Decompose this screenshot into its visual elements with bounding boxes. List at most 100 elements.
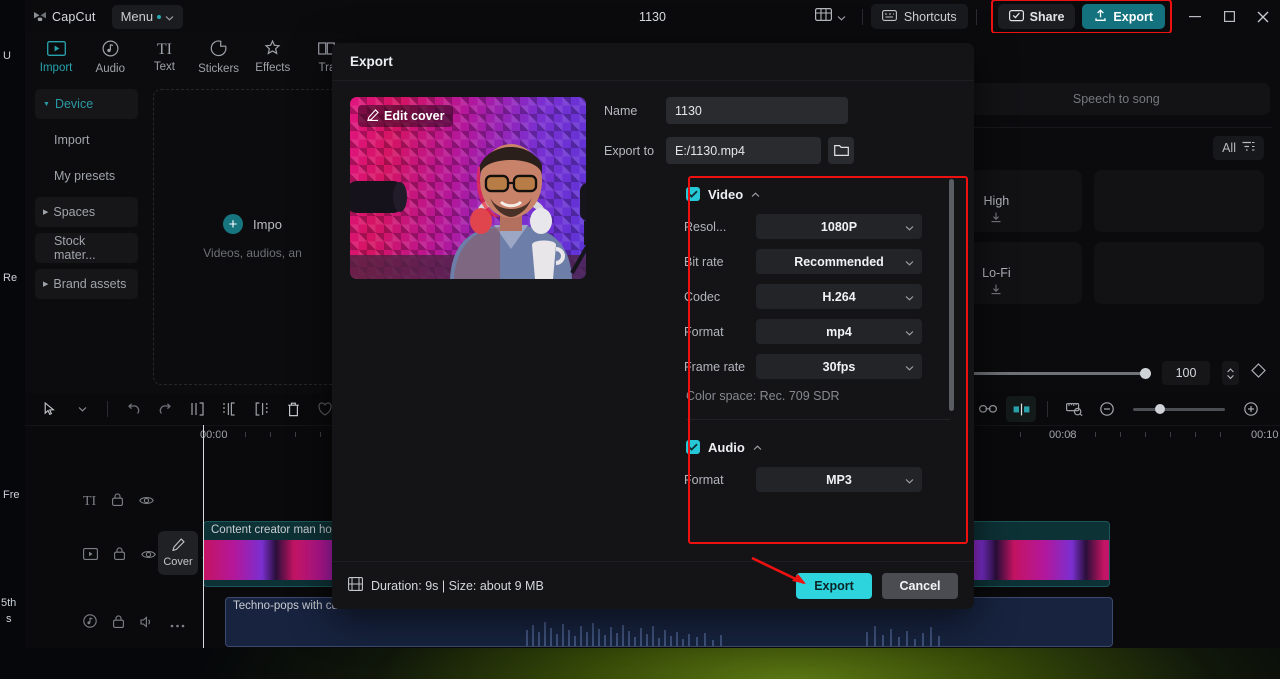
tab-stickers[interactable]: Stickers: [192, 33, 246, 81]
tab-effects[interactable]: Effects: [246, 33, 300, 81]
codec-select[interactable]: H.264: [756, 284, 922, 309]
tile-label: High: [983, 193, 1010, 208]
cover-preview[interactable]: Edit cover: [350, 97, 586, 279]
subnav-label: Import: [54, 133, 90, 147]
ruler-preview-icon[interactable]: [1059, 396, 1089, 422]
screen: U Re Fre 5th s CapCut Menu 1130 Shortcut…: [0, 0, 1280, 679]
close-icon[interactable]: [1246, 0, 1280, 33]
link-icon[interactable]: [973, 396, 1003, 422]
subnav-item-import[interactable]: Import: [35, 125, 138, 155]
filter-all-button[interactable]: All: [1213, 136, 1264, 160]
volume-icon[interactable]: [140, 615, 154, 633]
download-icon[interactable]: [991, 284, 1002, 298]
maximize-icon[interactable]: [1212, 0, 1246, 33]
voice-tile[interactable]: [1093, 170, 1264, 232]
audio-section-title: Audio: [708, 439, 745, 455]
subnav-label: Brand assets: [53, 277, 127, 291]
name-input[interactable]: 1130: [666, 97, 848, 124]
pencil-icon: [367, 108, 379, 124]
upload-icon: [1094, 8, 1107, 25]
format-select[interactable]: mp4: [756, 319, 922, 344]
lock-icon[interactable]: [112, 493, 124, 511]
export-button-titlebar[interactable]: Export: [1082, 4, 1165, 29]
trim-right-icon[interactable]: [246, 396, 276, 422]
eye-icon[interactable]: [141, 547, 156, 565]
layout-button[interactable]: [807, 7, 854, 26]
dialog-cancel-button[interactable]: Cancel: [882, 572, 958, 599]
download-icon[interactable]: [991, 212, 1002, 226]
duration-text: Duration: 9s | Size: about 9 MB: [371, 578, 544, 593]
framerate-value: 30fps: [822, 359, 856, 374]
export-path-input[interactable]: E:/1130.mp4: [666, 137, 821, 164]
media-import-icon: [46, 40, 66, 59]
codec-label: Codec: [684, 289, 721, 304]
auto-adjust-icon[interactable]: [1006, 396, 1036, 422]
lock-icon[interactable]: [114, 547, 125, 565]
filter-icon: [1242, 141, 1255, 155]
intensity-value[interactable]: 100: [1162, 361, 1210, 385]
eye-icon[interactable]: [139, 493, 155, 511]
trim-left-icon[interactable]: [214, 396, 244, 422]
split-icon[interactable]: [182, 396, 212, 422]
edit-cover-button[interactable]: Edit cover: [358, 105, 454, 127]
zoom-out-icon[interactable]: [1092, 396, 1122, 422]
framerate-select[interactable]: 30fps: [756, 354, 922, 379]
intensity-stepper[interactable]: [1222, 361, 1239, 385]
tab-audio[interactable]: Audio: [83, 33, 137, 81]
subnav-item-brand-assets[interactable]: ▶ Brand assets: [35, 269, 138, 299]
track-header-audio: [83, 614, 185, 633]
cover-chip[interactable]: Cover: [158, 531, 198, 575]
name-row: Name 1130: [604, 97, 956, 124]
tab-label: Effects: [255, 62, 291, 74]
subnav-item-my-presets[interactable]: My presets: [35, 161, 138, 191]
chevron-down-icon: [165, 9, 174, 24]
timeline-zoom-slider[interactable]: [1133, 403, 1225, 414]
undo-icon[interactable]: [118, 396, 148, 422]
menu-button[interactable]: Menu: [111, 4, 184, 29]
media-dropzone[interactable]: + Impo Videos, audios, an: [153, 89, 352, 385]
playhead[interactable]: [203, 425, 204, 648]
video-checkbox[interactable]: [686, 187, 700, 201]
dialog-export-button[interactable]: Export: [796, 572, 872, 599]
tab-import[interactable]: Import: [29, 33, 83, 81]
lock-icon[interactable]: [113, 614, 124, 633]
tab-text[interactable]: TI Text: [137, 33, 191, 81]
framerate-row: Frame rate 30fps: [684, 354, 956, 379]
audio-checkbox[interactable]: [686, 440, 700, 454]
chevron-up-icon[interactable]: [753, 438, 762, 456]
chevron-up-icon[interactable]: [751, 185, 760, 203]
media-subnav: ▼ Device Import My presets ▶ Spaces Stoc…: [25, 81, 148, 299]
more-icon[interactable]: [170, 615, 185, 633]
bitrate-select[interactable]: Recommended: [756, 249, 922, 274]
menu-badge-dot: [157, 14, 162, 19]
subnav-item-spaces[interactable]: ▶ Spaces: [35, 197, 138, 227]
resolution-label: Resol...: [684, 219, 727, 234]
zoom-in-icon[interactable]: [1236, 396, 1266, 422]
share-button[interactable]: Share: [997, 4, 1076, 29]
desktop-label-1: Re: [3, 272, 18, 284]
dropzone-hint: Videos, audios, an: [203, 246, 302, 260]
export-to-label: Export to: [604, 143, 655, 158]
minimize-icon[interactable]: [1178, 0, 1212, 33]
resolution-select[interactable]: 1080P: [756, 214, 922, 239]
chevron-down-icon[interactable]: [67, 396, 97, 422]
delete-icon[interactable]: [278, 396, 308, 422]
dialog-footer: Duration: 9s | Size: about 9 MB Export C…: [332, 561, 974, 609]
zoom-slider-knob[interactable]: [1155, 403, 1165, 414]
layout-icon: [814, 7, 832, 26]
select-arrow-icon[interactable]: [35, 396, 65, 422]
tab-label: Stickers: [198, 62, 240, 75]
subnav-item-stock-materials[interactable]: Stock mater...: [35, 233, 138, 263]
folder-icon[interactable]: [828, 137, 854, 164]
text-TI-icon: TI: [156, 40, 172, 58]
segment-item-speech-to-song[interactable]: Speech to song: [967, 92, 1266, 106]
shortcuts-button[interactable]: Shortcuts: [870, 4, 968, 29]
slider-knob[interactable]: [1140, 367, 1151, 379]
audio-format-select[interactable]: MP3: [756, 467, 922, 492]
settings-scrollbar[interactable]: [949, 179, 954, 411]
diamond-keyframe-icon[interactable]: [1251, 363, 1266, 383]
redo-icon[interactable]: [150, 396, 180, 422]
import-action[interactable]: + Impo: [223, 214, 282, 234]
voice-tile[interactable]: [1093, 242, 1264, 304]
subnav-item-device[interactable]: ▼ Device: [35, 89, 138, 119]
